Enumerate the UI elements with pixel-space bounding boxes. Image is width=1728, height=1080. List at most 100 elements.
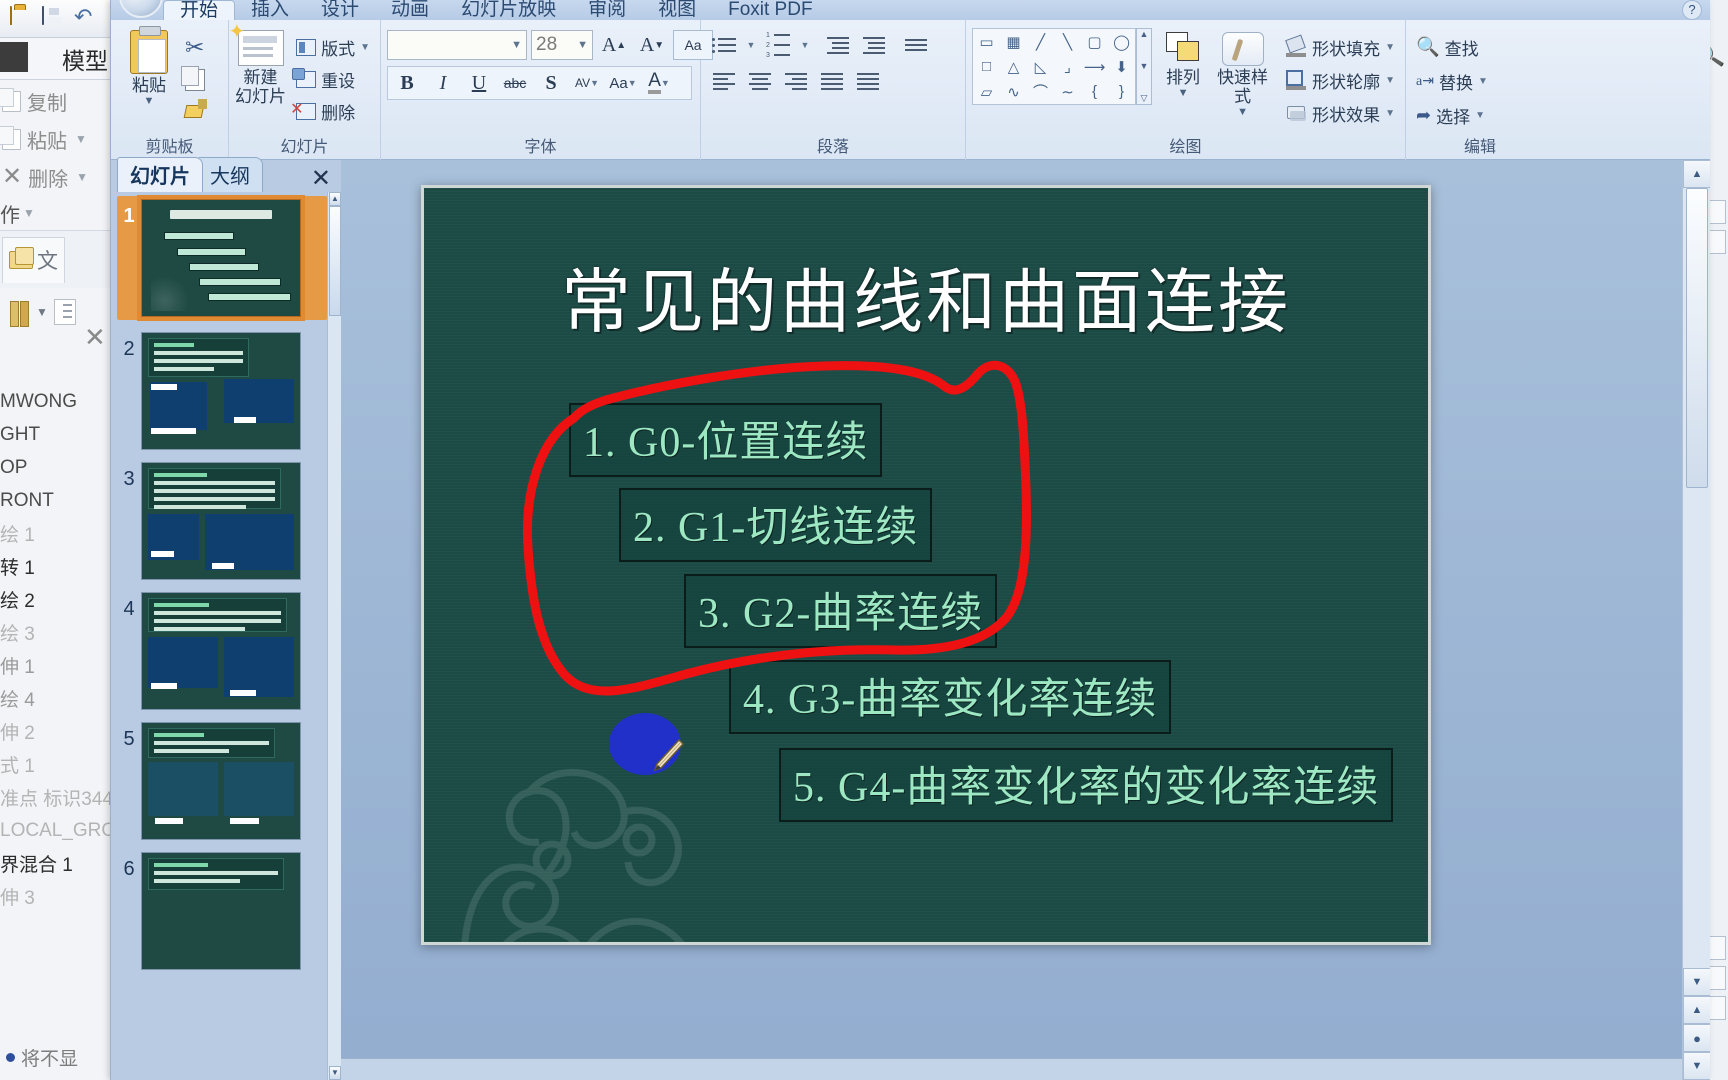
shapes-gallery[interactable]: ▭ ▦ ╱ ╲ ▢ ◯ □ △ ◺ ⌟ ⟶ ⬇ ▱ ∿ ⌒ ∼ {} <box>972 28 1136 105</box>
previous-slide-button[interactable]: ▲ <box>1683 996 1710 1024</box>
shape-arc-icon[interactable]: ⌒ <box>1027 79 1054 104</box>
cad-copy-command[interactable]: 复制 <box>0 82 112 120</box>
shape-square-icon[interactable]: □ <box>973 54 1000 79</box>
shrink-font-button[interactable]: A ▼ <box>635 30 669 60</box>
chevron-down-icon[interactable]: ▼ <box>1385 108 1395 119</box>
scissors-icon[interactable]: ✂ <box>185 34 207 61</box>
tab-home[interactable]: 开始 <box>163 0 236 20</box>
grow-font-button[interactable]: A ▲ <box>597 30 631 60</box>
slide-bullet-5[interactable]: 5. G4-曲率变化率的变化率连续 <box>779 748 1394 822</box>
stage-scroll-thumb[interactable] <box>1686 188 1708 488</box>
delete-slide-button[interactable]: 删除 <box>290 96 374 126</box>
slide-thumbnail-5[interactable]: 5 <box>117 722 327 840</box>
shape-brace-right-icon[interactable]: } <box>1108 79 1135 104</box>
scroll-up-icon[interactable]: ▲ <box>1140 29 1149 39</box>
tree-item[interactable]: LOCAL_GROU <box>0 814 112 847</box>
tab-review[interactable]: 审阅 <box>572 0 642 20</box>
change-case-button[interactable]: Aa ▼ <box>606 68 640 98</box>
scroll-down-icon[interactable]: ▼ <box>1140 61 1149 71</box>
tree-item[interactable]: 绘 1 <box>0 517 112 550</box>
cad-paste-command[interactable]: 粘贴 ▼ <box>0 120 112 158</box>
chevron-down-icon[interactable]: ▼ <box>1478 76 1488 87</box>
numbering-button[interactable]: 1 2 3 <box>761 30 795 60</box>
tab-design[interactable]: 设计 <box>305 0 375 20</box>
replace-button[interactable]: a⇥ 替换 ▼ <box>1412 66 1492 96</box>
shape-right-triangle-icon[interactable]: ◺ <box>1027 54 1054 79</box>
cad-close-icon[interactable]: ✕ <box>84 322 106 353</box>
scroll-down-icon[interactable]: ▼ <box>1683 968 1710 996</box>
chevron-down-icon[interactable]: ▼ <box>1237 106 1248 118</box>
slide-editing-stage[interactable]: 常见的曲线和曲面连接 1. G0-位置连续 2. G1-切线连续 3. G2-曲… <box>341 160 1682 1080</box>
align-left-button[interactable] <box>707 66 741 96</box>
chevron-down-icon[interactable]: ▼ <box>360 42 370 53</box>
shape-triangle-icon[interactable]: △ <box>1000 54 1027 79</box>
scroll-up-icon[interactable]: ▲ <box>1683 160 1710 188</box>
tree-item[interactable]: 伸 3 <box>0 880 112 913</box>
open-icon[interactable] <box>10 5 36 31</box>
layout-button[interactable]: 版式 ▼ <box>292 32 374 62</box>
decrease-indent-button[interactable] <box>821 30 855 60</box>
slide-bullet-1[interactable]: 1. G0-位置连续 <box>569 403 883 477</box>
shapes-more-icon[interactable]: ▽ <box>1141 93 1148 104</box>
shapes-scrollbar[interactable]: ▲ ▼ ▽ <box>1136 28 1152 105</box>
shape-arrow-down-icon[interactable]: ⬇ <box>1108 54 1135 79</box>
justify-button[interactable] <box>815 66 849 96</box>
chevron-down-icon[interactable]: ▼ <box>1385 75 1395 86</box>
close-icon[interactable]: ✕ <box>311 164 331 193</box>
shape-fill-button[interactable]: 形状填充 ▼ <box>1281 32 1399 62</box>
slide-bullet-2[interactable]: 2. G1-切线连续 <box>619 488 933 562</box>
shape-parallelogram-icon[interactable]: ▱ <box>973 79 1000 104</box>
chevron-down-icon[interactable]: ▼ <box>577 39 588 51</box>
chevron-down-icon[interactable]: ▼ <box>743 30 759 60</box>
document-list-icon[interactable] <box>53 299 76 325</box>
shape-arrow-icon[interactable]: ╲ <box>1054 29 1081 54</box>
increase-indent-button[interactable] <box>857 30 891 60</box>
chevron-down-icon[interactable]: ▼ <box>1385 42 1395 53</box>
slide-thumbnail-4[interactable]: 4 <box>117 592 327 710</box>
cad-document-tab[interactable]: 文 <box>2 236 65 283</box>
next-slide-button[interactable]: ▼ <box>1683 1052 1710 1080</box>
scroll-down-icon[interactable]: ▼ <box>329 1066 341 1080</box>
arrange-button[interactable]: 排列 ▼ <box>1162 28 1204 99</box>
tree-item[interactable]: 伸 2 <box>0 715 112 748</box>
tree-item[interactable]: GHT <box>0 418 112 451</box>
slide-thumbnail-1[interactable]: 1 <box>117 195 327 321</box>
tab-slideshow[interactable]: 幻灯片放映 <box>445 0 572 20</box>
cad-model-tab[interactable]: 模型 <box>0 38 112 80</box>
tools-icon[interactable] <box>8 299 30 327</box>
copy-icon[interactable] <box>181 66 205 91</box>
select-button[interactable]: ➦ 选择 ▼ <box>1412 100 1489 130</box>
chevron-down-icon[interactable]: ▼ <box>511 39 522 51</box>
reset-button[interactable]: 重设 <box>292 64 374 94</box>
tree-item[interactable]: 绘 4 <box>0 682 112 715</box>
shape-rect-icon[interactable]: ▭ <box>973 29 1000 54</box>
slide-bullet-3[interactable]: 3. G2-曲率连续 <box>684 574 998 648</box>
undo-icon[interactable]: ↶ <box>74 5 100 31</box>
text-shadow-button[interactable]: S <box>534 68 568 98</box>
tab-animations[interactable]: 动画 <box>375 0 445 20</box>
line-spacing-button[interactable] <box>899 30 933 60</box>
tree-item[interactable]: 转 1 <box>0 550 112 583</box>
tree-item[interactable]: 准点 标识344 <box>0 781 112 814</box>
character-spacing-button[interactable]: AV ▼ <box>570 68 604 98</box>
paste-button[interactable]: 粘贴 ▼ <box>117 26 181 107</box>
tree-item[interactable]: 绘 3 <box>0 616 112 649</box>
chevron-down-icon[interactable]: ▼ <box>797 30 813 60</box>
chevron-down-icon[interactable]: ▼ <box>1475 110 1485 121</box>
help-icon[interactable]: ? <box>1682 0 1702 20</box>
align-right-button[interactable] <box>779 66 813 96</box>
font-name-combo[interactable]: ▼ <box>387 30 527 60</box>
tab-outline[interactable]: 大纲 <box>197 157 263 192</box>
strikethrough-button[interactable]: abc <box>498 68 532 98</box>
tab-view[interactable]: 视图 <box>642 0 712 20</box>
tree-item[interactable]: 界混合 1 <box>0 847 112 880</box>
slide-bullet-4[interactable]: 4. G3-曲率变化率连续 <box>729 660 1172 734</box>
tree-item[interactable]: MWONG <box>0 385 112 418</box>
tab-insert[interactable]: 插入 <box>235 0 305 20</box>
format-painter-icon[interactable] <box>185 99 207 119</box>
tree-item[interactable]: 伸 1 <box>0 649 112 682</box>
panel-scrollbar[interactable]: ▲ ▼ <box>327 192 341 1080</box>
slide-thumbnail-3[interactable]: 3 <box>117 462 327 580</box>
tree-item[interactable]: 式 1 <box>0 748 112 781</box>
tab-slides[interactable]: 幻灯片 <box>117 157 203 192</box>
